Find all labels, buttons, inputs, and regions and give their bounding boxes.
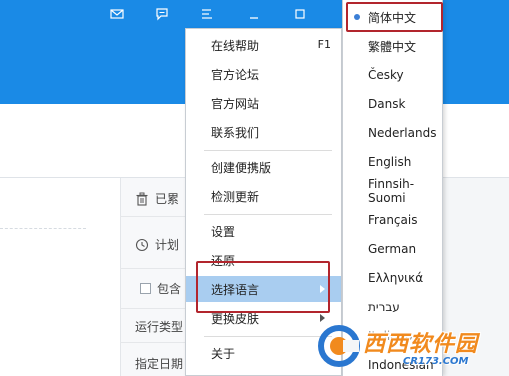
menu-item-label: 在线帮助 (211, 38, 260, 53)
divider (0, 228, 86, 229)
mail-icon[interactable] (106, 4, 128, 24)
include-option[interactable]: 包含 (140, 280, 181, 297)
menu-separator (204, 336, 332, 337)
menu-item-label: 创建便携版 (211, 160, 272, 175)
minimize-icon[interactable] (243, 4, 265, 24)
left-panel (0, 178, 120, 376)
schedule-item[interactable]: 计划 (135, 236, 179, 253)
menu-item-label: 检测更新 (211, 189, 260, 204)
language-label: Nederlands (368, 126, 437, 140)
language-label: German (368, 242, 417, 256)
language-label: 繁體中文 (368, 39, 417, 54)
watermark-main: 西西软件园 (363, 331, 479, 357)
menu-item-portable[interactable]: 创建便携版 (186, 154, 341, 180)
language-label: Finnsih-Suomi (368, 177, 415, 205)
language-label: Ελληνικά (368, 271, 424, 285)
run-type-text: 运行类型 (135, 320, 184, 334)
menu-item-label: 关于 (211, 346, 236, 361)
language-label: Français (368, 213, 418, 227)
watermark: 西西软件园 CR173.COM (317, 322, 507, 370)
submenu-arrow-icon (320, 314, 325, 322)
menu-item-label: 联系我们 (211, 125, 260, 140)
language-label: עברית (368, 300, 400, 314)
menu-item-online-help[interactable]: 在线帮助 F1 (186, 32, 341, 58)
menu-separator (204, 214, 332, 215)
language-option-czech[interactable]: Česky (343, 62, 442, 88)
menu-item-check-update[interactable]: 检测更新 (186, 183, 341, 209)
language-option-german[interactable]: German (343, 236, 442, 262)
menu-item-forum[interactable]: 官方论坛 (186, 61, 341, 87)
menu-item-label: 官方论坛 (211, 67, 260, 82)
language-label: Česky (368, 68, 404, 82)
shortcut-label: F1 (317, 38, 331, 51)
menu-separator (204, 150, 332, 151)
language-option-zh-tw[interactable]: 繁體中文 (343, 33, 442, 59)
date-label: 指定日期 (135, 355, 183, 372)
watermark-sub: CR173.COM (403, 355, 469, 367)
language-option-french[interactable]: Français (343, 207, 442, 233)
feedback-icon[interactable] (151, 4, 173, 24)
language-option-hebrew[interactable]: עברית (343, 294, 442, 320)
language-option-dutch[interactable]: Nederlands (343, 120, 442, 146)
trash-icon (136, 192, 148, 206)
site-logo-icon (318, 325, 360, 367)
language-option-finnish[interactable]: Finnsih-Suomi (343, 177, 442, 205)
clock-icon (135, 238, 149, 251)
menu-item-label: 官方网站 (211, 96, 260, 111)
menu-icon[interactable] (196, 4, 218, 24)
maximize-icon[interactable] (289, 4, 311, 24)
date-text: 指定日期 (135, 357, 184, 371)
schedule-label: 计划 (155, 238, 180, 252)
include-label: 包含 (157, 282, 182, 296)
annotation-box-simplified-chinese (346, 2, 443, 32)
deleted-label: 已累 (155, 192, 180, 206)
language-submenu: 简体中文 繁體中文 Česky Dansk Nederlands English… (342, 0, 443, 376)
menu-item-label: 设置 (211, 224, 236, 239)
menu-item-settings[interactable]: 设置 (186, 218, 341, 244)
menu-item-contact[interactable]: 联系我们 (186, 119, 341, 145)
run-type-label: 运行类型 (135, 318, 183, 335)
include-checkbox[interactable] (140, 283, 151, 294)
annotation-box-select-language (196, 261, 330, 313)
deleted-count: 已累 (135, 190, 179, 207)
language-label: English (368, 155, 412, 169)
language-label: Dansk (368, 97, 406, 111)
language-option-english[interactable]: English (343, 149, 442, 175)
language-option-greek[interactable]: Ελληνικά (343, 265, 442, 291)
language-option-danish[interactable]: Dansk (343, 91, 442, 117)
menu-item-website[interactable]: 官方网站 (186, 90, 341, 116)
